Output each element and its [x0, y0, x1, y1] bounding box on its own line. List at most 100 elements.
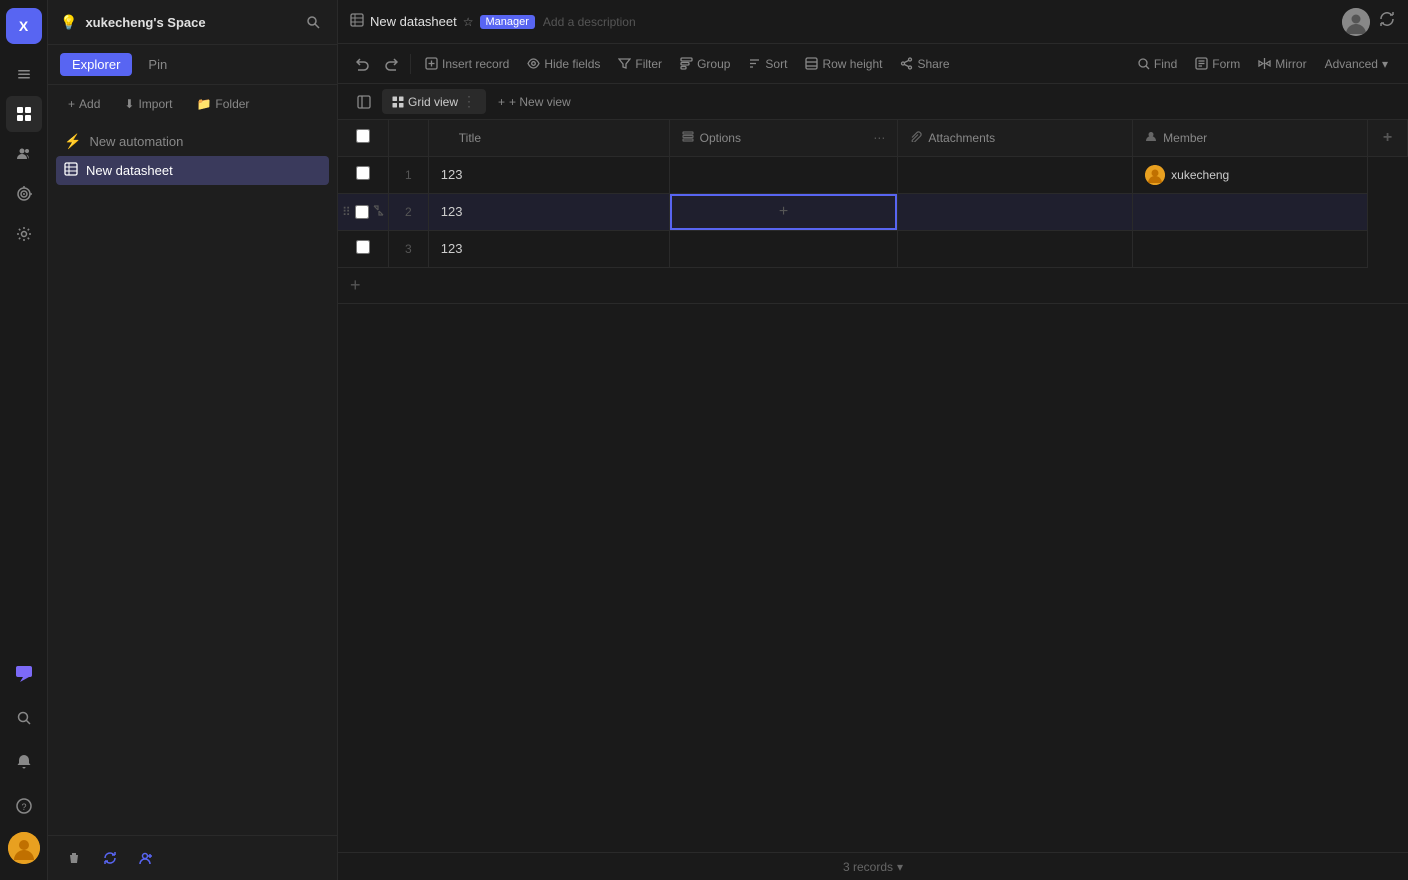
sidebar: 💡 xukecheng's Space Explorer Pin + Add ⬇… [48, 0, 338, 880]
options-add-icon[interactable]: + [779, 203, 788, 221]
sidebar-items: ⚡ New automation [48, 123, 337, 835]
find-label: Find [1154, 57, 1177, 71]
rail-icon-bell[interactable] [6, 744, 42, 780]
view-tab-kebab[interactable]: ⋮ [462, 93, 476, 110]
row-2-member[interactable] [1133, 193, 1368, 230]
undo-button[interactable] [350, 53, 376, 75]
workspace-icon: 💡 [60, 14, 77, 31]
app-logo[interactable]: X [6, 8, 42, 44]
tab-explorer[interactable]: Explorer [60, 53, 132, 76]
add-member-button[interactable] [132, 844, 160, 872]
col-attachments-header[interactable]: Attachments [898, 120, 1133, 156]
svg-text:?: ? [21, 802, 26, 812]
rail-icon-chat[interactable] [6, 656, 42, 692]
sidebar-nav: Explorer Pin [48, 45, 337, 85]
row-2-actions: ⠿ [342, 205, 384, 219]
row-2-options-inner: + [670, 194, 898, 230]
row-height-button[interactable]: Row height [797, 53, 890, 75]
redo-button[interactable] [378, 53, 404, 75]
records-count-label: 3 records [843, 860, 893, 874]
share-button[interactable]: Share [892, 53, 957, 75]
add-button[interactable]: + Add [60, 93, 108, 115]
row-2-checkbox[interactable] [355, 205, 369, 219]
row-3-member[interactable] [1133, 230, 1368, 267]
add-row-button[interactable]: + [338, 268, 1408, 304]
row-2-num: 2 [388, 193, 428, 230]
col-title-header[interactable]: Title [428, 120, 669, 156]
new-view-button[interactable]: + + New view [490, 91, 579, 113]
sidebar-collapse-button[interactable] [350, 88, 378, 116]
row-1-member-avatar [1145, 165, 1165, 185]
row-3-title[interactable]: 123 [428, 230, 669, 267]
row-2-title[interactable]: 123 [428, 193, 669, 230]
main-area: New datasheet ☆ Manager Add a descriptio… [338, 0, 1408, 880]
row-1-title[interactable]: 123 [428, 156, 669, 193]
table-container[interactable]: Title [338, 120, 1408, 852]
user-avatar-rail[interactable] [8, 832, 40, 864]
records-count[interactable]: 3 records ▾ [843, 860, 903, 874]
advanced-button[interactable]: Advanced ▾ [1317, 53, 1396, 75]
row-1-member[interactable]: xukecheng [1133, 156, 1368, 193]
sidebar-bottom [48, 835, 337, 880]
import-button[interactable]: ⬇ Import [116, 93, 180, 115]
sidebar-actions: + Add ⬇ Import 📁 Folder [48, 85, 337, 123]
tab-pin[interactable]: Pin [136, 53, 179, 76]
find-button[interactable]: Find [1129, 53, 1185, 75]
table-row: ⠿ 2 123 + [338, 193, 1408, 230]
hide-fields-button[interactable]: Hide fields [519, 53, 608, 75]
sort-button[interactable]: Sort [740, 53, 795, 75]
rail-icon-search[interactable] [6, 700, 42, 736]
star-icon[interactable]: ☆ [463, 15, 474, 29]
hide-fields-label: Hide fields [544, 57, 600, 71]
sync-button[interactable] [96, 844, 124, 872]
folder-button[interactable]: 📁 Folder [188, 93, 257, 115]
add-column-button[interactable]: + [1368, 120, 1408, 156]
rail-icon-radar[interactable] [6, 176, 42, 212]
row-2-options[interactable]: + [669, 193, 898, 230]
row-3-attachments[interactable] [898, 230, 1133, 267]
form-button[interactable]: Form [1187, 53, 1248, 75]
rail-icon-settings[interactable] [6, 216, 42, 252]
row-2-attachments[interactable] [898, 193, 1133, 230]
topbar-sync-icon[interactable] [1378, 10, 1396, 33]
row-1-options[interactable] [669, 156, 898, 193]
topbar-user-avatar[interactable] [1342, 8, 1370, 36]
sidebar-item-automation[interactable]: ⚡ New automation [56, 127, 329, 156]
row-1-member-name: xukecheng [1171, 168, 1229, 182]
title-col-icon [441, 130, 453, 145]
rail-icon-collapse[interactable] [6, 56, 42, 92]
manager-badge: Manager [480, 15, 535, 29]
toolbar-right: Find Form Mirror Adva [1129, 53, 1396, 75]
sidebar-search-icon[interactable] [301, 10, 325, 34]
row-3-options-inner [670, 231, 898, 267]
rail-icon-grid[interactable] [6, 96, 42, 132]
row-1-options-inner [670, 157, 898, 193]
rail-icon-people[interactable] [6, 136, 42, 172]
row-1-attachments[interactable] [898, 156, 1133, 193]
row-2-expand-icon[interactable] [373, 205, 384, 219]
col-options-label: Options [700, 131, 741, 145]
group-label: Group [697, 57, 730, 71]
row-3-checkbox[interactable] [356, 240, 370, 254]
row-3-options[interactable] [669, 230, 898, 267]
form-label: Form [1212, 57, 1240, 71]
select-all-checkbox[interactable] [356, 129, 370, 143]
group-button[interactable]: Group [672, 53, 738, 75]
sidebar-item-datasheet[interactable]: New datasheet [56, 156, 329, 185]
mirror-button[interactable]: Mirror [1250, 53, 1314, 75]
select-all-checkbox-header[interactable] [338, 120, 388, 156]
row-2-drag-handle[interactable]: ⠿ [342, 205, 351, 219]
table-row: 1 123 [338, 156, 1408, 193]
trash-button[interactable] [60, 844, 88, 872]
tab-grid-view[interactable]: Grid view ⋮ [382, 89, 486, 114]
col-member-header[interactable]: Member [1133, 120, 1368, 156]
col-options-menu-icon[interactable]: ⋯ [873, 131, 885, 145]
rail-icon-help[interactable]: ? [6, 788, 42, 824]
add-label: Add [79, 97, 100, 111]
insert-record-button[interactable]: Insert record [417, 53, 517, 75]
topbar-description[interactable]: Add a description [543, 15, 636, 29]
import-icon: ⬇ [124, 97, 134, 111]
filter-button[interactable]: Filter [610, 53, 670, 75]
col-options-header[interactable]: Options ⋯ [669, 120, 898, 156]
row-1-checkbox[interactable] [356, 166, 370, 180]
